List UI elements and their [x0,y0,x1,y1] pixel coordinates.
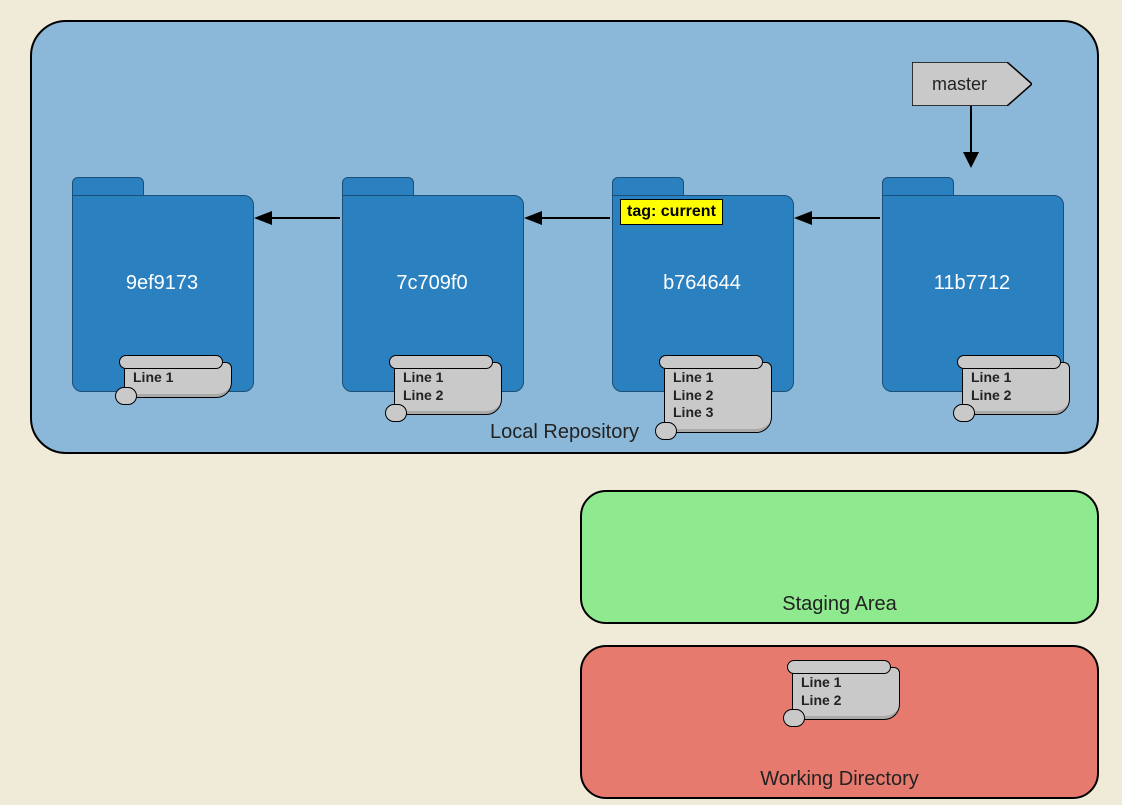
snippet-line: Line 2 [971,387,1061,405]
snippet-line: Line 2 [801,692,891,710]
commit-3-snippet: Line 1 Line 2 Line 3 [664,362,772,433]
commit-hash: 11b7712 [882,272,1062,295]
commit-hash: 7c709f0 [342,272,522,295]
staging-area-label: Staging Area [582,593,1097,616]
snippet-line: Line 2 [403,387,493,405]
snippet-line: Line 1 [801,674,891,692]
snippet-line: Line 1 [403,369,493,387]
arrow-c4-to-c3 [794,217,880,219]
commit-tag: tag: current [620,199,723,225]
snippet-line: Line 2 [673,387,763,405]
working-directory-box: Working Directory Line 1 Line 2 [580,645,1099,799]
commit-4-snippet: Line 1 Line 2 [962,362,1070,415]
snippet-line: Line 1 [971,369,1061,387]
master-pointer: master [912,62,1032,106]
local-repository-label: Local Repository [32,421,1097,444]
arrow-master-to-head [970,106,972,168]
commit-1-snippet: Line 1 [124,362,232,398]
commit-hash: 9ef9173 [72,272,252,295]
working-directory-label: Working Directory [582,768,1097,791]
snippet-line: Line 3 [673,404,763,422]
snippet-line: Line 1 [133,369,223,387]
commit-2-snippet: Line 1 Line 2 [394,362,502,415]
arrow-c2-to-c1 [254,217,340,219]
master-label: master [912,62,1007,106]
staging-area-box: Staging Area [580,490,1099,624]
arrow-c3-to-c2 [524,217,610,219]
working-dir-snippet: Line 1 Line 2 [792,667,900,720]
local-repository-box: Local Repository master 9ef9173 Line 1 [30,20,1099,454]
snippet-line: Line 1 [673,369,763,387]
commit-hash: b764644 [612,272,792,295]
diagram-stage: Local Repository master 9ef9173 Line 1 [0,0,1122,805]
